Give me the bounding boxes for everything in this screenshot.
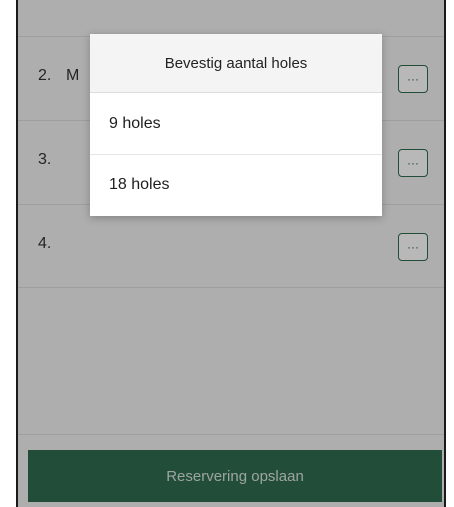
app-screen: 2. M ··· 3. ··· 4. ··· Reservering opsla… <box>16 0 446 507</box>
dialog-title: Bevestig aantal holes <box>90 34 382 93</box>
confirm-holes-dialog: Bevestig aantal holes 9 holes 18 holes <box>90 34 382 216</box>
option-9-holes[interactable]: 9 holes <box>90 93 382 154</box>
option-18-holes[interactable]: 18 holes <box>90 154 382 215</box>
